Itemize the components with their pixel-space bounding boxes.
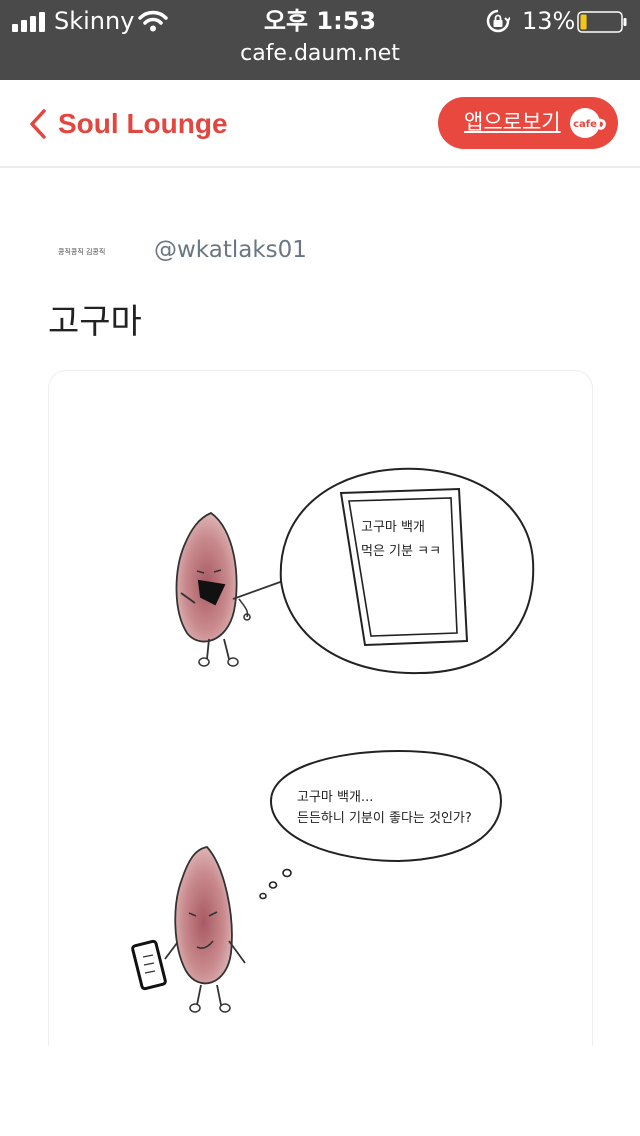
comic-illustration: 고구마 백개 먹은 기분 ㅋㅋ 고구마 백개... 든든하니 기분이 좋다는 것…: [131, 467, 535, 1013]
panel1-line1: 고구마 백개: [361, 520, 425, 535]
post-content-card: 고구마 백개 먹은 기분 ㅋㅋ 고구마 백개... 든든하니 기분이 좋다는 것…: [48, 370, 593, 1070]
thought-bubble-2: 고구마 백개... 든든하니 기분이 좋다는 것인가?: [259, 749, 503, 900]
panel1-line2: 먹은 기분 ㅋㅋ: [361, 544, 441, 559]
author-handle[interactable]: @wkatlaks01: [154, 234, 307, 266]
battery-icon: [577, 11, 627, 33]
author-logo-text: 콩직콩직 김콩직: [58, 247, 105, 256]
orientation-lock-icon: [486, 9, 510, 33]
open-in-app-label: 앱으로보기: [464, 110, 561, 134]
post-title: 고구마: [48, 302, 142, 342]
potato-character-1: [175, 511, 284, 667]
panel2-line2: 든든하니 기분이 좋다는 것인가?: [297, 811, 472, 826]
author-logo: 콩직콩직 김콩직: [58, 247, 105, 256]
battery-percent: 13%: [522, 7, 576, 35]
status-bar: Skinny 오후 1:53 13% cafe.daum.net: [0, 0, 640, 80]
potato-character-2: [131, 846, 246, 1013]
speech-bubble-1: 고구마 백개 먹은 기분 ㅋㅋ: [279, 467, 535, 675]
back-chevron-icon[interactable]: [28, 108, 48, 140]
cafe-header: Soul Lounge 앱으로보기 cafe: [0, 80, 640, 168]
page-url[interactable]: cafe.daum.net: [0, 40, 640, 68]
cafe-badge-text: cafe: [573, 119, 597, 130]
open-in-app-button[interactable]: 앱으로보기 cafe: [438, 97, 618, 149]
page-bottom: [0, 1046, 640, 1136]
cafe-title[interactable]: Soul Lounge: [58, 106, 228, 142]
panel2-line1: 고구마 백개...: [297, 790, 373, 805]
cafe-badge-icon: cafe: [570, 108, 606, 138]
